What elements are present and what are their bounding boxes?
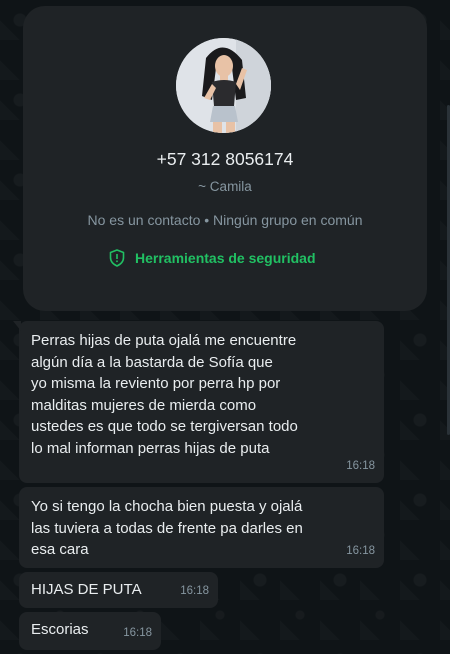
message-text: Yo si tengo la chocha bien puesta y ojal… [31, 498, 303, 558]
incoming-message[interactable]: Perras hijas de puta ojalá me encuentre … [13, 321, 384, 483]
message-timestamp: 16:18 [180, 584, 209, 597]
avatar-photo [176, 38, 271, 133]
message-timestamp: 16:18 [346, 459, 375, 472]
message-text: Perras hijas de puta ojalá me encuentre … [31, 332, 298, 457]
message-timestamp: 16:18 [346, 544, 375, 557]
incoming-message[interactable]: Escorias 16:18 [19, 612, 161, 650]
incoming-message[interactable]: Yo si tengo la chocha bien puesta y ojal… [19, 487, 384, 568]
incoming-message[interactable]: HIJAS DE PUTA 16:18 [19, 572, 218, 608]
contact-display-name: ~ Camila [198, 179, 252, 194]
contact-info-card: +57 312 8056174 ~ Camila No es un contac… [23, 6, 427, 311]
security-tools-label: Herramientas de seguridad [135, 250, 316, 266]
contact-status-info: No es un contacto • Ningún grupo en comú… [87, 212, 363, 228]
shield-icon [109, 249, 125, 267]
message-tail [13, 321, 21, 331]
avatar[interactable] [176, 38, 271, 133]
contact-phone-number: +57 312 8056174 [156, 149, 294, 169]
security-tools-button[interactable]: Herramientas de seguridad [109, 248, 316, 268]
message-timestamp: 16:18 [123, 626, 152, 639]
